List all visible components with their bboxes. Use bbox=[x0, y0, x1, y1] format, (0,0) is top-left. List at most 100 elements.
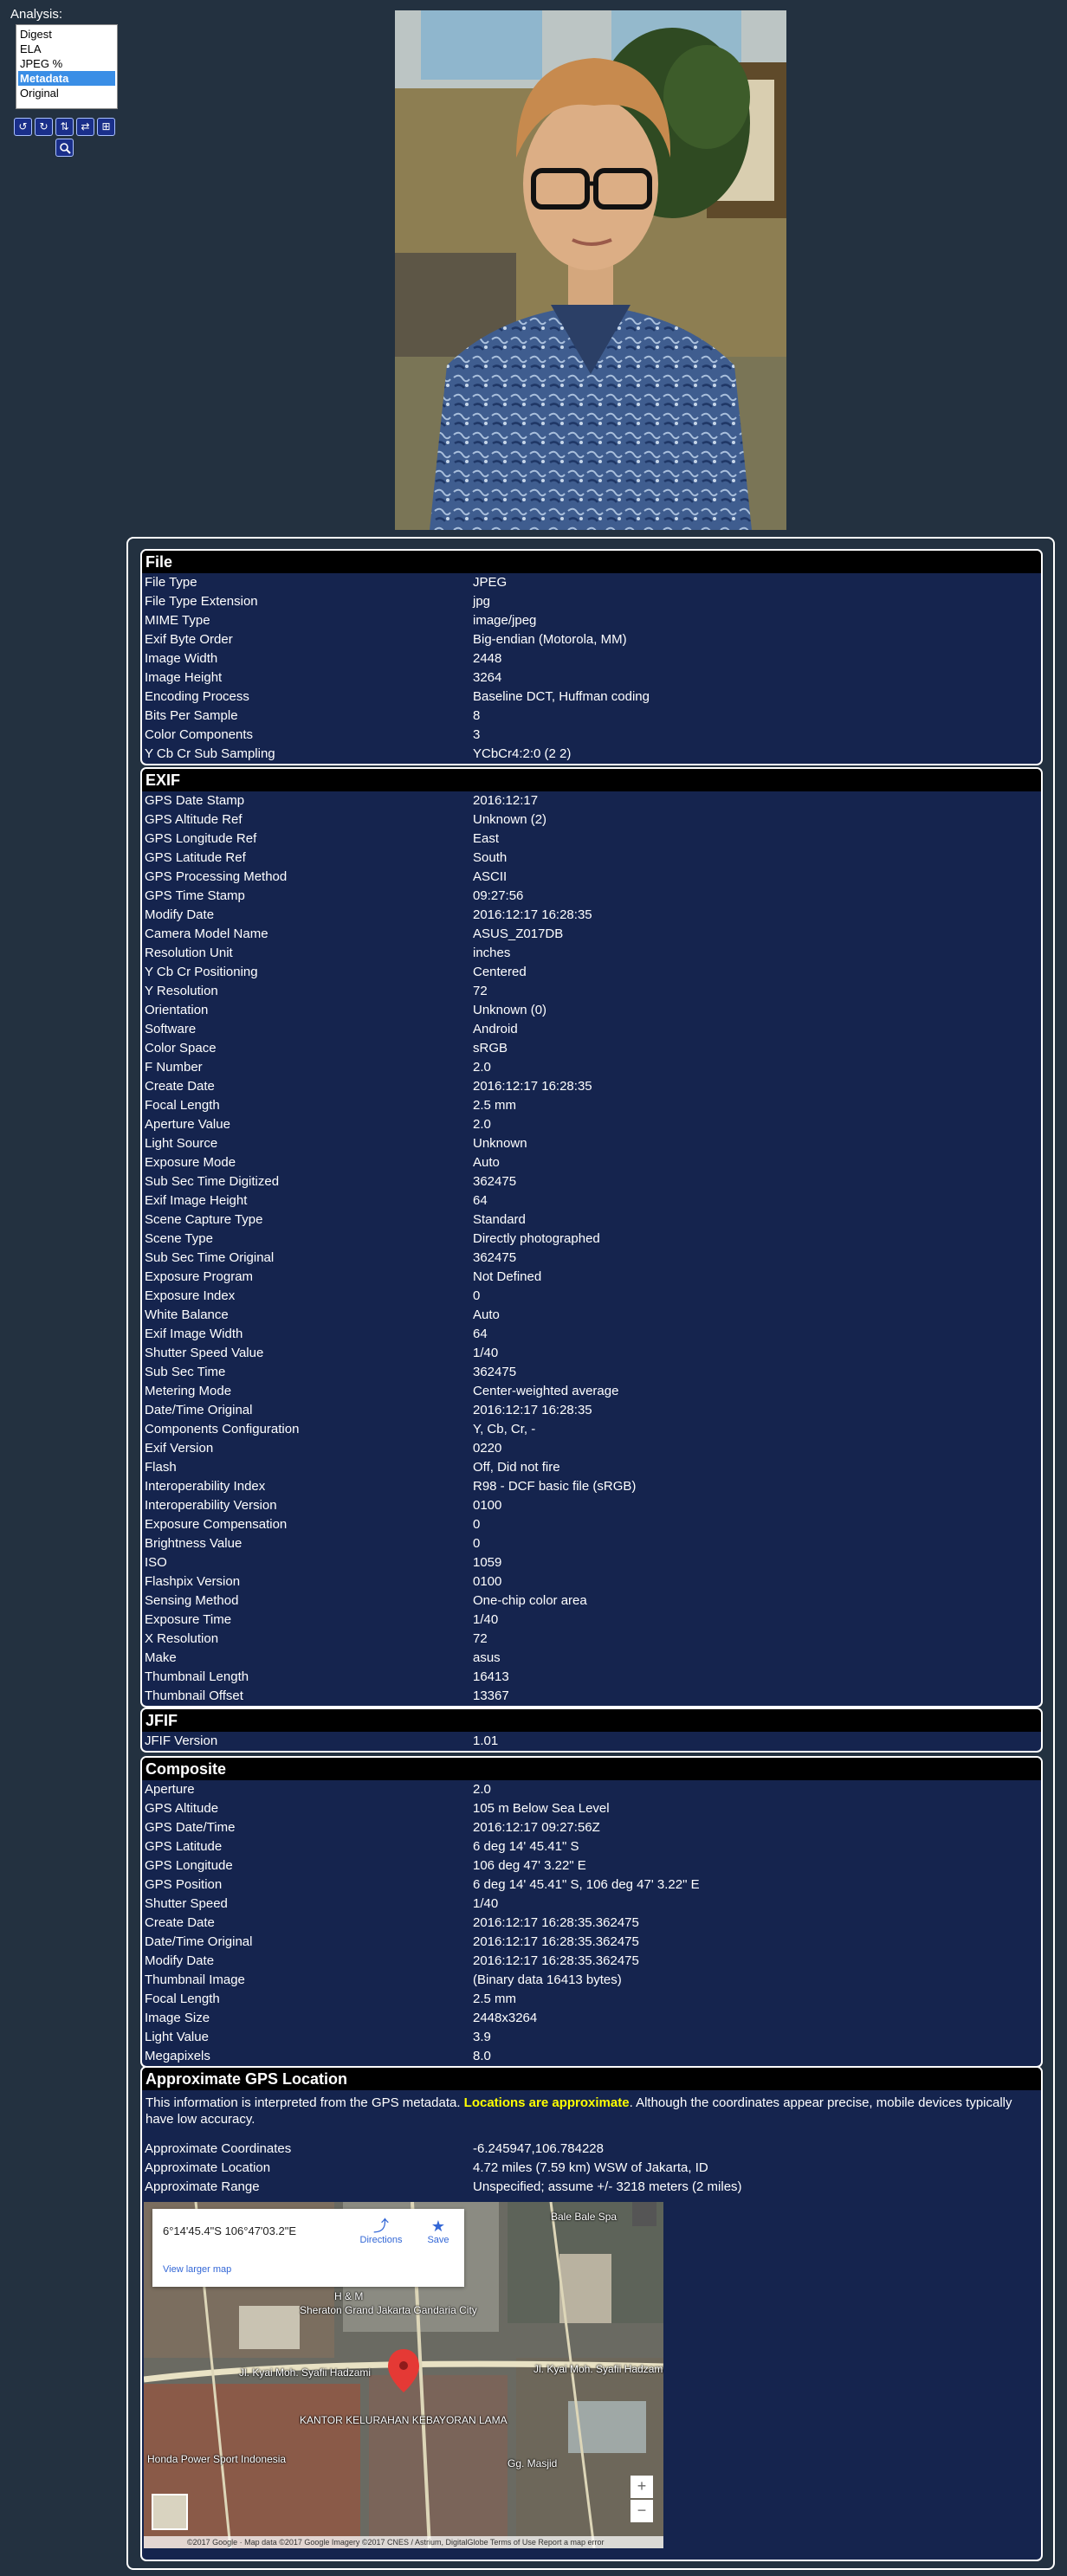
directions-label: Directions bbox=[359, 2235, 403, 2245]
metadata-key: Aperture bbox=[145, 1782, 195, 1797]
metadata-key: GPS Processing Method bbox=[145, 869, 288, 884]
metadata-value: 16413 bbox=[473, 1669, 509, 1684]
metadata-row: GPS Longitude 106 deg 47' 3.22" E bbox=[142, 1856, 1041, 1876]
metadata-value: 0100 bbox=[473, 1574, 502, 1589]
metadata-row: Thumbnail Image (Binary data 16413 bytes) bbox=[142, 1971, 1041, 1990]
analyzed-photo bbox=[395, 10, 786, 530]
view-larger-map-link[interactable]: View larger map bbox=[163, 2264, 231, 2275]
metadata-value: R98 - DCF basic file (sRGB) bbox=[473, 1479, 637, 1494]
analysis-option[interactable]: Metadata bbox=[18, 71, 115, 86]
metadata-value: asus bbox=[473, 1650, 501, 1665]
metadata-key: File Type Extension bbox=[145, 594, 258, 609]
metadata-key: GPS Altitude bbox=[145, 1801, 219, 1816]
metadata-value: 2.0 bbox=[473, 1117, 491, 1132]
metadata-row: GPS Altitude 105 m Below Sea Level bbox=[142, 1799, 1041, 1818]
metadata-key: Focal Length bbox=[145, 1992, 220, 2006]
metadata-value: 3264 bbox=[473, 670, 502, 685]
metadata-key: Exposure Time bbox=[145, 1612, 232, 1627]
metadata-key: File Type bbox=[145, 575, 197, 590]
metadata-key: MIME Type bbox=[145, 613, 210, 628]
magnifier-icon[interactable] bbox=[55, 139, 74, 157]
metadata-key: Y Cb Cr Sub Sampling bbox=[145, 746, 275, 761]
metadata-row: X Resolution 72 bbox=[142, 1630, 1041, 1649]
metadata-key: Aperture Value bbox=[145, 1117, 230, 1132]
metadata-value: Baseline DCT, Huffman coding bbox=[473, 689, 650, 704]
metadata-row: Modify Date 2016:12:17 16:28:35 bbox=[142, 906, 1041, 925]
metadata-key: GPS Latitude bbox=[145, 1839, 223, 1854]
metadata-key: Encoding Process bbox=[145, 689, 249, 704]
metadata-value: 2.5 mm bbox=[473, 1992, 517, 2006]
metadata-key: Orientation bbox=[145, 1003, 209, 1017]
gps-value: -6.245947,106.784228 bbox=[473, 2141, 604, 2156]
metadata-value: Unknown (0) bbox=[473, 1003, 547, 1017]
metadata-row: Exposure Program Not Defined bbox=[142, 1268, 1041, 1287]
metadata-key: Exposure Index bbox=[145, 1288, 236, 1303]
section-title: Composite bbox=[142, 1758, 1041, 1780]
metadata-row: Color Components 3 bbox=[142, 726, 1041, 745]
metadata-row: Exposure Index 0 bbox=[142, 1287, 1041, 1306]
metadata-row: JFIF Version 1.01 bbox=[142, 1732, 1041, 1751]
metadata-row: Image Height 3264 bbox=[142, 668, 1041, 688]
metadata-value: JPEG bbox=[473, 575, 508, 590]
section-title: File bbox=[142, 551, 1041, 573]
metadata-value: Center-weighted average bbox=[473, 1384, 619, 1398]
metadata-value: 2016:12:17 16:28:35.362475 bbox=[473, 1953, 639, 1968]
metadata-key: GPS Position bbox=[145, 1877, 223, 1892]
metadata-key: Scene Capture Type bbox=[145, 1212, 263, 1227]
zoom-in-button[interactable]: + bbox=[630, 2476, 653, 2498]
section-gps: Approximate GPS Location This information… bbox=[140, 2066, 1043, 2561]
metadata-value: 1059 bbox=[473, 1555, 502, 1570]
save-button[interactable]: ★ Save bbox=[423, 2218, 454, 2245]
metadata-value: jpg bbox=[473, 594, 491, 609]
metadata-key: Resolution Unit bbox=[145, 946, 233, 960]
metadata-key: Y Resolution bbox=[145, 984, 218, 998]
gps-row: Approximate Location 4.72 miles (7.59 km)… bbox=[142, 2159, 1041, 2178]
section-composite: Composite Aperture 2.0 GPS Altitude 105 m Be… bbox=[140, 1756, 1043, 2068]
analysis-option[interactable]: JPEG % bbox=[18, 56, 115, 71]
metadata-key: Y Cb Cr Positioning bbox=[145, 965, 258, 979]
metadata-row: Exposure Compensation 0 bbox=[142, 1515, 1041, 1534]
metadata-row: Sub Sec Time Original 362475 bbox=[142, 1249, 1041, 1268]
metadata-key: Image Height bbox=[145, 670, 223, 685]
expand-icon[interactable]: ⊞ bbox=[97, 118, 115, 136]
directions-button[interactable]: ⤴ Directions bbox=[355, 2218, 407, 2245]
section-file: File File Type JPEG File Type Extension jpg M… bbox=[140, 549, 1043, 765]
metadata-key: Exif Image Width bbox=[145, 1327, 243, 1341]
metadata-key: Create Date bbox=[145, 1915, 215, 1930]
gps-row: Approximate Range Unspecified; assume +/-… bbox=[142, 2178, 1041, 2197]
rotate-left-icon[interactable]: ↺ bbox=[14, 118, 32, 136]
analysis-select[interactable]: Digest ELA JPEG % Metadata Original bbox=[16, 24, 118, 109]
metadata-value: 64 bbox=[473, 1193, 488, 1208]
map[interactable]: 6°14'45.4"S 106°47'03.2"E ⤴ Directions ★ Sav… bbox=[144, 2202, 663, 2548]
metadata-key: Thumbnail Length bbox=[145, 1669, 249, 1684]
metadata-row: Orientation Unknown (0) bbox=[142, 1001, 1041, 1020]
metadata-row: Make asus bbox=[142, 1649, 1041, 1668]
metadata-value: 2016:12:17 16:28:35.362475 bbox=[473, 1934, 639, 1949]
metadata-row: Encoding Process Baseline DCT, Huffman co… bbox=[142, 688, 1041, 707]
analysis-option[interactable]: ELA bbox=[18, 42, 115, 56]
zoom-out-button[interactable]: − bbox=[630, 2500, 653, 2522]
section-title: EXIF bbox=[142, 769, 1041, 791]
map-label: Honda Power Sport Indonesia bbox=[147, 2453, 287, 2465]
metadata-row: Shutter Speed Value 1/40 bbox=[142, 1344, 1041, 1363]
rotate-right-icon[interactable]: ↻ bbox=[35, 118, 53, 136]
metadata-key: Create Date bbox=[145, 1079, 215, 1094]
metadata-value: Y, Cb, Cr, - bbox=[473, 1422, 536, 1436]
analysis-option[interactable]: Digest bbox=[18, 27, 115, 42]
metadata-row: Color Space sRGB bbox=[142, 1039, 1041, 1058]
metadata-row: Megapixels 8.0 bbox=[142, 2047, 1041, 2066]
metadata-row: Scene Capture Type Standard bbox=[142, 1211, 1041, 1230]
metadata-key: Date/Time Original bbox=[145, 1403, 253, 1417]
metadata-key: Shutter Speed bbox=[145, 1896, 228, 1911]
metadata-value: 2016:12:17 16:28:35 bbox=[473, 907, 592, 922]
metadata-value: 0 bbox=[473, 1536, 481, 1551]
metadata-key: Modify Date bbox=[145, 1953, 215, 1968]
flip-horizontal-icon[interactable]: ⇄ bbox=[76, 118, 94, 136]
metadata-key: Flashpix Version bbox=[145, 1574, 241, 1589]
analysis-option[interactable]: Original bbox=[18, 86, 115, 100]
flip-vertical-icon[interactable]: ⇅ bbox=[55, 118, 74, 136]
map-label: Gg. Masjid bbox=[508, 2457, 558, 2469]
metadata-key: Image Width bbox=[145, 651, 218, 666]
metadata-row: Thumbnail Length 16413 bbox=[142, 1668, 1041, 1687]
gps-key: Approximate Range bbox=[145, 2179, 260, 2194]
